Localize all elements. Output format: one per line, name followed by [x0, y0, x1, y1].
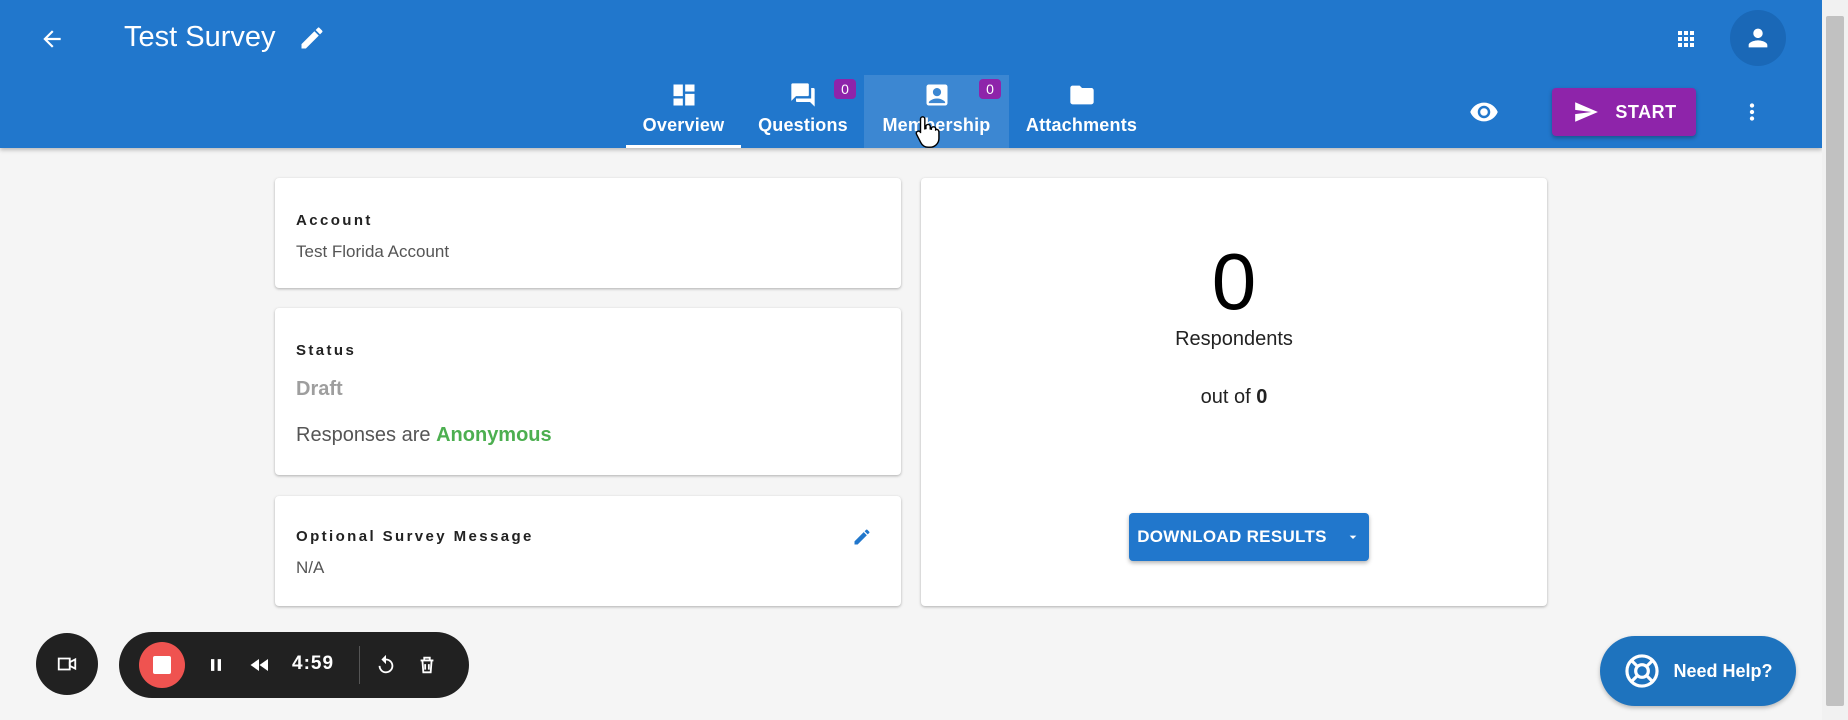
need-help-label: Need Help? — [1673, 660, 1773, 681]
survey-title: Test Survey — [124, 21, 276, 53]
pencil-icon — [301, 27, 323, 49]
forum-icon — [791, 83, 815, 107]
survey-message-value: N/A — [296, 558, 325, 577]
out-of-prefix: out of — [1200, 386, 1251, 408]
apps-grid-icon — [1678, 31, 1694, 47]
survey-message-label: Optional Survey Message — [296, 528, 534, 545]
respondents-count: 0 — [1211, 237, 1257, 326]
out-of-value: 0 — [1256, 386, 1268, 408]
recorder-camera-button[interactable] — [36, 633, 98, 695]
pause-icon — [211, 659, 221, 671]
responses-mode: Anonymous — [436, 424, 552, 446]
recorder-timer: 4:59 — [292, 653, 335, 674]
apps-button[interactable] — [1664, 17, 1708, 61]
tab-attachments[interactable]: Attachments — [1024, 75, 1139, 148]
responses-mode-text: Responses are Anonymous — [296, 424, 552, 447]
respondents-label: Respondents — [1175, 328, 1293, 350]
contact-icon — [926, 84, 947, 106]
scrollbar-thumb[interactable] — [1826, 16, 1844, 706]
lifebuoy-icon — [1625, 654, 1660, 688]
recorder-toolbar: 4:59 — [119, 632, 469, 698]
eye-icon — [1470, 102, 1498, 122]
account-label: Account — [296, 212, 373, 229]
account-value: Test Florida Account — [296, 242, 450, 261]
tab-overview[interactable]: Overview — [626, 75, 741, 148]
recorder-restart-button[interactable] — [371, 650, 401, 680]
questions-count-badge: 0 — [834, 79, 856, 99]
restart-icon — [378, 654, 394, 674]
start-button-label: START — [1615, 101, 1677, 122]
recorder-delete-button[interactable] — [412, 650, 442, 680]
person-icon — [1748, 28, 1768, 48]
edit-title-button[interactable] — [294, 20, 330, 56]
tab-questions-label: Questions — [758, 115, 848, 135]
out-of-text: out of 0 — [921, 386, 1547, 409]
membership-count-badge: 0 — [979, 79, 1001, 99]
recorder-stop-button[interactable] — [139, 642, 185, 688]
folder-icon — [1069, 85, 1094, 105]
caret-down-icon — [1349, 535, 1357, 539]
download-results-button[interactable]: DOWNLOAD RESULTS — [1129, 513, 1369, 561]
rewind-icon — [250, 659, 268, 671]
user-avatar-button[interactable] — [1730, 10, 1786, 66]
back-button[interactable] — [30, 17, 74, 61]
preview-button[interactable] — [1462, 90, 1506, 134]
stop-icon — [153, 656, 171, 674]
account-card: Account Test Florida Account — [275, 178, 901, 288]
tab-attachments-label: Attachments — [1025, 115, 1138, 135]
hand-cursor-icon — [915, 116, 940, 148]
more-options-button[interactable] — [1732, 90, 1772, 134]
recorder-rewind-button[interactable] — [243, 650, 277, 680]
edit-message-button[interactable] — [847, 522, 877, 552]
survey-message-card: Optional Survey Message N/A — [275, 496, 901, 606]
send-icon — [1575, 102, 1599, 122]
arrow-back-icon — [43, 30, 61, 48]
status-value: Draft — [296, 378, 343, 400]
responses-prefix: Responses are — [296, 424, 431, 446]
start-button[interactable]: START — [1552, 88, 1696, 136]
need-help-button[interactable]: Need Help? — [1600, 636, 1796, 706]
app-bar: Test Survey Overview Questions 0 Members… — [0, 0, 1822, 148]
page-scrollbar[interactable] — [1822, 0, 1848, 720]
respondents-card: 0 Respondents out of 0 DOWNLOAD RESULTS — [921, 178, 1547, 606]
pencil-icon — [854, 529, 870, 545]
tab-questions[interactable]: Questions 0 — [748, 75, 858, 148]
more-vert-icon — [1749, 103, 1755, 121]
video-camera-icon — [57, 657, 77, 671]
dashboard-icon — [673, 84, 694, 106]
status-label: Status — [296, 342, 357, 359]
recorder-pause-button[interactable] — [201, 650, 231, 680]
trash-icon — [420, 656, 434, 674]
status-card: Status Draft Responses are Anonymous — [275, 308, 901, 475]
recorder-divider — [359, 646, 360, 684]
download-results-label: DOWNLOAD RESULTS — [1137, 527, 1327, 546]
tab-overview-label: Overview — [642, 115, 725, 135]
